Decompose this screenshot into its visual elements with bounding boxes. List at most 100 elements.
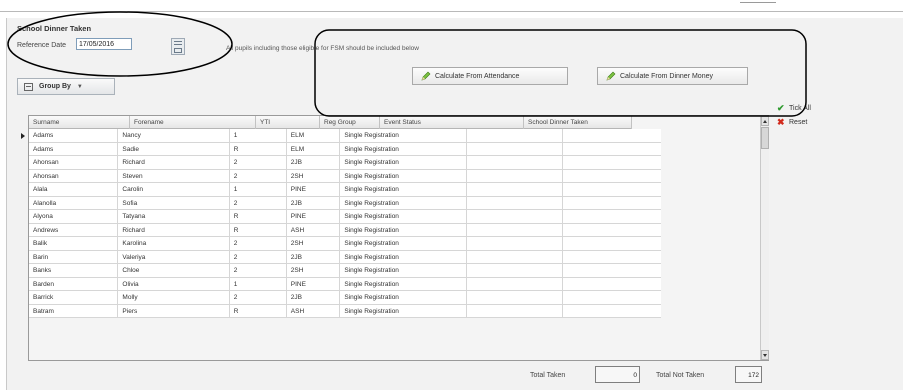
cell-school-dinner-taken[interactable] — [467, 183, 563, 197]
column-header-reg-group[interactable]: Reg Group — [320, 116, 380, 129]
cell-school-dinner-taken[interactable] — [467, 291, 563, 305]
cell-reg-group: ELM — [287, 142, 341, 156]
cell-forename: Richard — [118, 156, 230, 170]
cell-filler — [563, 183, 661, 197]
cell-filler — [563, 264, 661, 278]
cell-forename: Nancy — [118, 129, 230, 143]
cell-school-dinner-taken[interactable] — [467, 156, 563, 170]
cell-yti: 2 — [230, 291, 287, 305]
cell-forename: Richard — [118, 223, 230, 237]
reference-date-label: Reference Date — [17, 42, 67, 49]
cell-filler — [563, 291, 661, 305]
table-row[interactable]: Adams Sadie R ELM Single Registration — [29, 142, 661, 156]
cell-yti: R — [230, 142, 287, 156]
cell-event-status: Single Registration — [340, 156, 468, 170]
table-row[interactable]: Alala Carolin 1 PINE Single Registration — [29, 183, 661, 197]
calendar-icon[interactable] — [171, 38, 185, 55]
cell-yti: 2 — [230, 169, 287, 183]
cell-forename: Steven — [118, 169, 230, 183]
cell-school-dinner-taken[interactable] — [467, 142, 563, 156]
cell-filler — [563, 197, 661, 211]
table-row[interactable]: Adams Nancy 1 ELM Single Registration — [21, 129, 661, 143]
table-row[interactable]: Banks Chloe 2 2SH Single Registration — [29, 264, 661, 278]
cell-surname: Adams — [29, 142, 119, 156]
cross-icon: ✖ — [777, 117, 785, 127]
column-header-school-dinner-taken[interactable]: School Dinner Taken — [524, 116, 632, 129]
cell-surname: Andrews — [29, 223, 119, 237]
cell-reg-group: 2SH — [287, 169, 341, 183]
table-row[interactable]: Ahonsan Steven 2 2SH Single Registration — [29, 169, 661, 183]
cell-yti: 2 — [230, 237, 287, 251]
cell-forename: Carolin — [118, 183, 230, 197]
scroll-up-icon[interactable] — [761, 116, 769, 126]
cell-reg-group: 2JB — [287, 291, 341, 305]
total-not-taken-value: 172 — [735, 366, 762, 383]
cell-school-dinner-taken[interactable] — [467, 210, 563, 224]
chevron-down-icon: ▼ — [76, 83, 83, 90]
table-row[interactable]: Alyona Tatyana R PINE Single Registration — [29, 210, 661, 224]
cell-forename: Chloe — [118, 264, 230, 278]
cell-filler — [563, 224, 661, 238]
cell-event-status: Single Registration — [340, 250, 468, 264]
cell-filler — [563, 251, 661, 265]
table-row[interactable]: Ahonsan Richard 2 2JB Single Registration — [29, 156, 661, 170]
cell-school-dinner-taken[interactable] — [467, 169, 563, 183]
cell-filler — [563, 129, 661, 143]
cell-reg-group: 2SH — [287, 237, 341, 251]
cell-forename: Piers — [118, 304, 230, 318]
cell-school-dinner-taken[interactable] — [467, 223, 563, 237]
cell-school-dinner-taken[interactable] — [467, 196, 563, 210]
cell-surname: Balik — [29, 237, 119, 251]
column-header-surname[interactable]: Surname — [29, 116, 130, 129]
reset-label: Reset — [789, 119, 808, 126]
table-row[interactable]: Alanolla Sofia 2 2JB Single Registration — [29, 196, 661, 211]
grid-vertical-scrollbar[interactable] — [760, 116, 769, 360]
cell-event-status: Single Registration — [340, 223, 468, 237]
cell-forename: Sadie — [118, 142, 230, 156]
column-header-forename[interactable]: Forename — [130, 116, 256, 129]
reset-button[interactable]: ✖ Reset — [777, 118, 807, 127]
cell-event-status: Single Registration — [340, 129, 468, 143]
cell-surname: Barden — [29, 277, 119, 291]
cell-school-dinner-taken[interactable] — [467, 304, 563, 318]
cell-surname: Ahonsan — [29, 169, 119, 183]
section-title: School Dinner Taken — [17, 24, 92, 33]
cell-forename: Molly — [118, 291, 230, 305]
calculate-from-dinner-money-label: Calculate From Dinner Money — [620, 72, 713, 80]
table-row[interactable]: Barden Olivia 1 PINE Single Registration — [29, 277, 661, 291]
group-by-button[interactable]: Group By ▼ — [17, 78, 115, 95]
cell-reg-group: 2JB — [287, 156, 341, 170]
pupils-grid: Surname Forename YTI Reg Group Event Sta… — [21, 115, 769, 361]
grid-body: Adams Nancy 1 ELM Single Registration Adams Sa… — [21, 129, 661, 318]
table-row[interactable]: Barin Valeriya 2 2JB Single Registration — [29, 250, 661, 265]
calculate-from-attendance-button[interactable]: Calculate From Attendance — [412, 67, 568, 85]
total-taken-value: 0 — [595, 366, 640, 383]
table-row[interactable]: Barrick Molly 2 2JB Single Registration — [29, 291, 661, 305]
cell-yti: 2 — [230, 264, 287, 278]
column-header-yti[interactable]: YTI — [256, 116, 320, 129]
cell-filler — [563, 237, 661, 251]
cell-school-dinner-taken[interactable] — [467, 264, 563, 278]
cell-yti: 1 — [230, 183, 287, 197]
cell-surname: Alanolla — [29, 196, 119, 210]
cell-forename: Sofia — [118, 196, 230, 210]
cell-forename: Tatyana — [118, 210, 230, 224]
table-row[interactable]: Batram Piers R ASH Single Registration — [29, 304, 661, 318]
scroll-thumb[interactable] — [761, 127, 769, 149]
cell-school-dinner-taken[interactable] — [467, 237, 563, 251]
tick-all-button[interactable]: ✔ Tick All — [777, 104, 811, 113]
cell-event-status: Single Registration — [340, 304, 468, 318]
calculate-from-dinner-money-button[interactable]: Calculate From Dinner Money — [597, 67, 748, 85]
cell-event-status: Single Registration — [340, 169, 468, 183]
column-header-event-status[interactable]: Event Status — [380, 116, 524, 129]
cell-school-dinner-taken[interactable] — [467, 250, 563, 264]
cell-event-status: Single Registration — [340, 210, 468, 224]
cell-school-dinner-taken[interactable] — [467, 277, 563, 291]
scroll-down-icon[interactable] — [761, 350, 769, 360]
group-icon — [24, 83, 33, 91]
table-row[interactable]: Balik Karolina 2 2SH Single Registration — [29, 237, 661, 251]
cell-surname: Alyona — [29, 210, 119, 224]
reference-date-input[interactable] — [76, 38, 132, 50]
cell-school-dinner-taken[interactable] — [467, 129, 563, 143]
table-row[interactable]: Andrews Richard R ASH Single Registration — [29, 223, 661, 238]
